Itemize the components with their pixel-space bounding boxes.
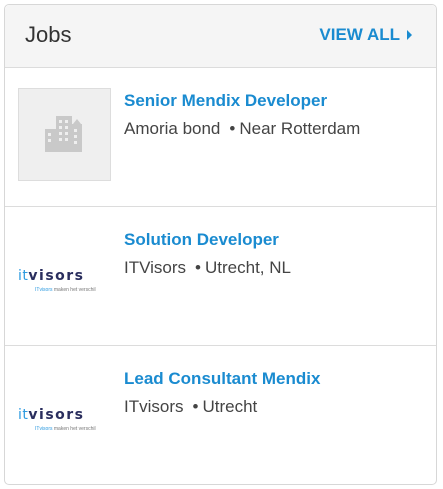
logo-tag-rest: maken het verschil <box>52 426 96 432</box>
company-logo-placeholder <box>18 88 111 181</box>
logo-tag-rest: maken het verschil <box>52 287 96 293</box>
job-location: Near Rotterdam <box>239 119 361 138</box>
job-location: Utrecht <box>202 397 258 416</box>
job-meta: ITVisors • Utrecht, NL <box>124 258 291 278</box>
company-logo: itvisors ITvisors maken het verschil <box>18 227 111 320</box>
logo-tagline: ITvisors maken het verschil <box>35 287 96 293</box>
job-meta: Amoria bond • Near Rotterdam <box>124 119 360 139</box>
itvisors-logo: itvisors <box>18 268 111 284</box>
logo-word: visors <box>28 407 85 423</box>
job-item[interactable]: Senior Mendix Developer Amoria bond • Near… <box>5 68 436 207</box>
separator-dot: • <box>195 258 201 277</box>
job-item[interactable]: itvisors ITvisors maken het verschil Lea… <box>5 346 436 485</box>
job-item[interactable]: itvisors ITvisors maken het verschil Sol… <box>5 207 436 346</box>
logo-tag-highlight: ITvisors <box>35 287 53 293</box>
job-title[interactable]: Senior Mendix Developer <box>124 91 327 111</box>
company-logo: itvisors ITvisors maken het verschil <box>18 366 111 459</box>
itvisors-logo: itvisors <box>18 407 111 423</box>
logo-prefix: it <box>18 407 29 423</box>
separator-dot: • <box>229 119 236 138</box>
jobs-card: Jobs VIEW ALL Senior Mendix Developer Am… <box>4 4 437 485</box>
job-meta: ITvisors • Utrecht <box>124 397 257 417</box>
job-company: ITVisors <box>124 258 187 277</box>
job-title[interactable]: Solution Developer <box>124 230 279 250</box>
building-icon <box>45 116 82 152</box>
view-all-link[interactable]: VIEW ALL <box>319 25 412 45</box>
job-location: Utrecht, NL <box>205 258 291 277</box>
caret-right-icon <box>407 30 412 40</box>
card-header: Jobs VIEW ALL <box>5 5 436 68</box>
logo-tagline: ITvisors maken het verschil <box>35 426 96 432</box>
job-company: Amoria bond <box>124 119 221 138</box>
job-company: ITvisors <box>124 397 184 416</box>
logo-prefix: it <box>18 268 29 284</box>
job-title[interactable]: Lead Consultant Mendix <box>124 369 320 389</box>
view-all-label: VIEW ALL <box>319 25 400 44</box>
logo-tag-highlight: ITvisors <box>35 426 53 432</box>
card-title: Jobs <box>25 22 72 47</box>
separator-dot: • <box>192 397 199 416</box>
logo-word: visors <box>28 268 85 284</box>
